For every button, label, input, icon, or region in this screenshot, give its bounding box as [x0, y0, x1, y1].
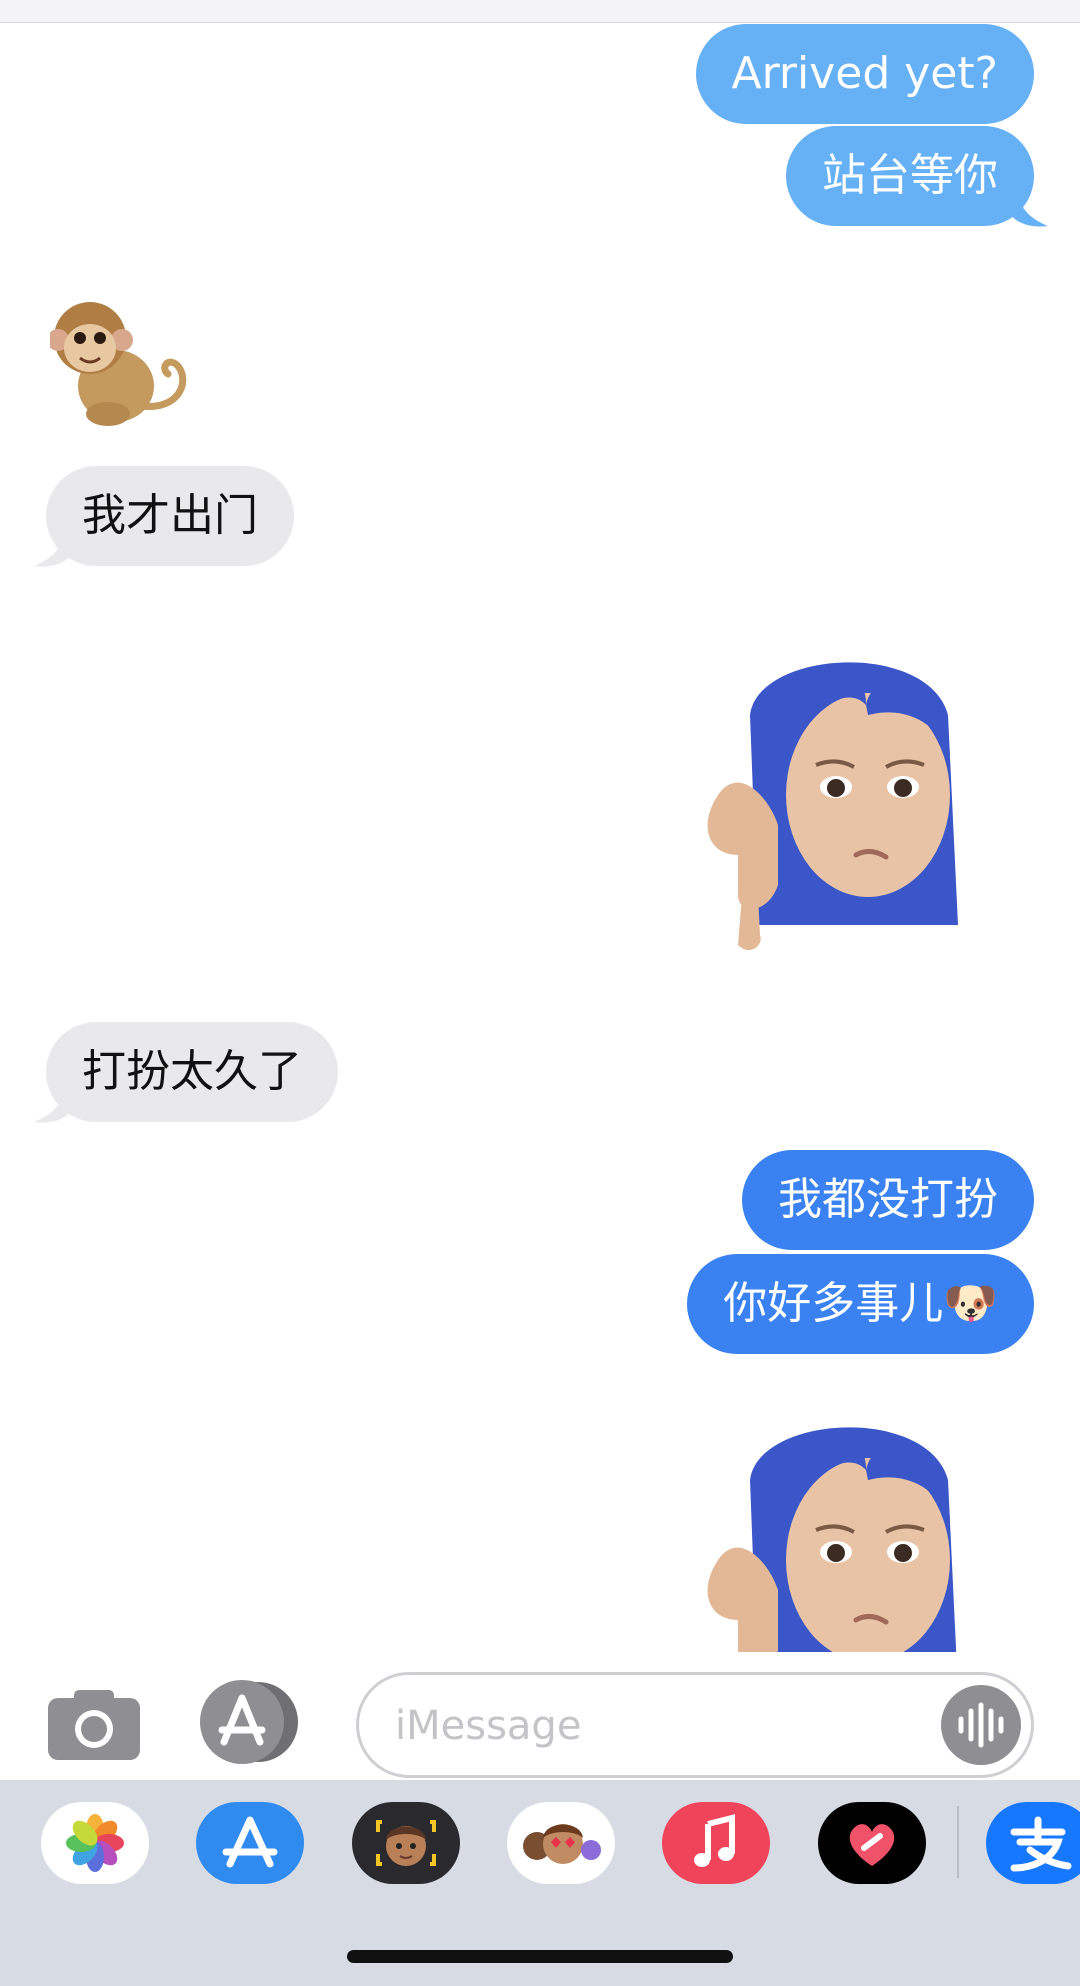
app-store-icon	[200, 1680, 298, 1764]
photos-app-button[interactable]	[41, 1802, 149, 1884]
camera-icon	[48, 1690, 140, 1760]
app-drawer	[0, 1780, 1080, 1986]
music-icon	[694, 1814, 735, 1867]
memoji-stickers-app-button[interactable]	[507, 1802, 615, 1884]
memoji-app-button[interactable]	[352, 1802, 460, 1884]
message-text: 我都没打扮	[778, 1174, 998, 1225]
waveform-icon	[958, 1702, 1004, 1748]
message-text: 打扮太久了	[82, 1046, 302, 1097]
message-text: Arrived yet?	[731, 48, 998, 99]
voice-message-button[interactable]	[941, 1685, 1021, 1765]
alipay-icon	[1010, 1816, 1072, 1872]
message-incoming[interactable]: 我才出门	[46, 466, 294, 566]
monkey-icon	[47, 302, 187, 426]
message-outgoing[interactable]: Arrived yet?	[695, 24, 1034, 124]
memoji-sticker[interactable]	[698, 1410, 998, 1652]
message-outgoing[interactable]: 我都没打扮	[742, 1150, 1034, 1250]
message-input-field[interactable]	[356, 1672, 1034, 1778]
music-app-button[interactable]	[662, 1802, 770, 1884]
message-text: 我才出门	[82, 490, 258, 541]
app-store-button[interactable]	[200, 1680, 308, 1764]
app-store-app-button[interactable]	[196, 1802, 304, 1884]
alipay-app-button[interactable]	[986, 1802, 1080, 1884]
memoji-thumbs-down-icon	[707, 662, 958, 951]
app-store-icon	[222, 1816, 278, 1868]
digital-touch-app-button[interactable]	[818, 1802, 926, 1884]
home-indicator[interactable]	[347, 1950, 733, 1963]
camera-button[interactable]	[48, 1688, 140, 1760]
memoji-stickers-icon	[523, 1824, 601, 1864]
app-drawer-divider	[957, 1806, 959, 1878]
message-text: 站台等你	[822, 150, 998, 201]
memoji-sticker[interactable]	[698, 645, 998, 951]
monkey-sticker[interactable]	[47, 286, 190, 432]
photos-icon	[66, 1814, 124, 1872]
digital-touch-icon	[849, 1824, 895, 1866]
message-text: 你好多事儿🐶	[723, 1278, 998, 1329]
memoji-thumbs-down-icon	[707, 1427, 957, 1652]
status-bar-edge	[0, 0, 1080, 23]
memoji-icon	[376, 1820, 436, 1866]
message-incoming[interactable]: 打扮太久了	[46, 1022, 338, 1122]
message-outgoing[interactable]: 你好多事儿🐶	[687, 1254, 1034, 1354]
message-input[interactable]	[393, 1695, 917, 1757]
composer-bar	[0, 1652, 1080, 1780]
bubble-tail	[1012, 188, 1048, 227]
bubble-tail	[34, 1084, 70, 1123]
message-outgoing[interactable]: 站台等你	[786, 126, 1034, 226]
bubble-tail	[34, 528, 70, 567]
